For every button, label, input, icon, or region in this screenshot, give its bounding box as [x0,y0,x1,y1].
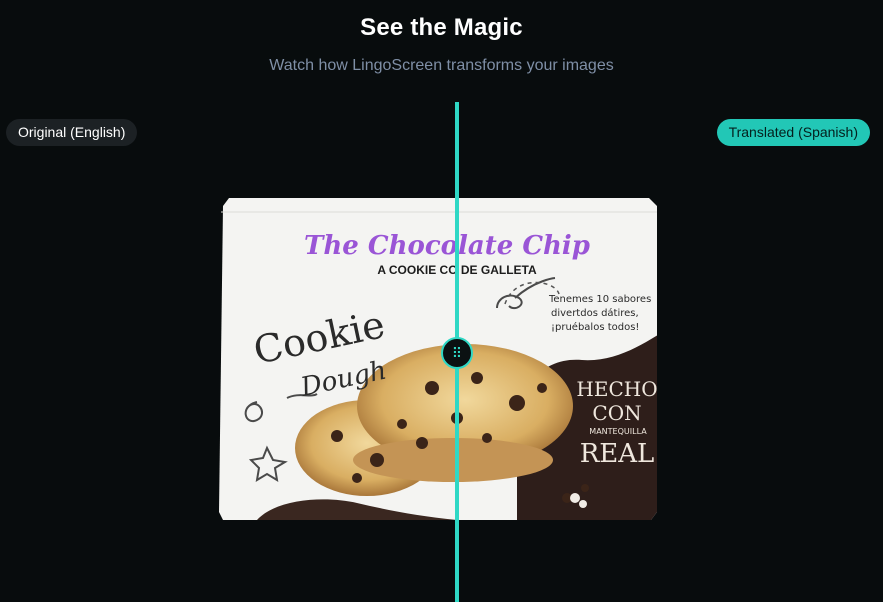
badge-line-2: CON [592,401,641,425]
section-title: See the Magic [360,14,523,41]
grip-dots-icon: ⠿ [451,345,463,361]
cookie-box-illustration: The Chocolate Chip A COOKIE CO DE GALLET… [219,198,658,520]
badge-line-1: HECHO [576,377,657,401]
promo-line-2: divertdos dátires, [551,307,639,319]
comparison-slider-handle[interactable]: ⠿ [441,337,473,369]
badge-line-3: MANTEQUILLA [589,427,647,436]
promo-line-1: Tenemes 10 sabores [548,294,651,305]
promo-line-3: ¡pruébalos todos! [551,321,639,333]
badge-line-4: REAL [580,439,655,469]
product-image: The Chocolate Chip A COOKIE CO DE GALLET… [217,198,661,520]
brand-name: The Chocolate Chip [304,231,590,261]
comparison-stage[interactable]: The Chocolate Chip A COOKIE CO DE GALLET… [0,100,883,602]
section-subtitle: Watch how LingoScreen transforms your im… [269,57,614,74]
